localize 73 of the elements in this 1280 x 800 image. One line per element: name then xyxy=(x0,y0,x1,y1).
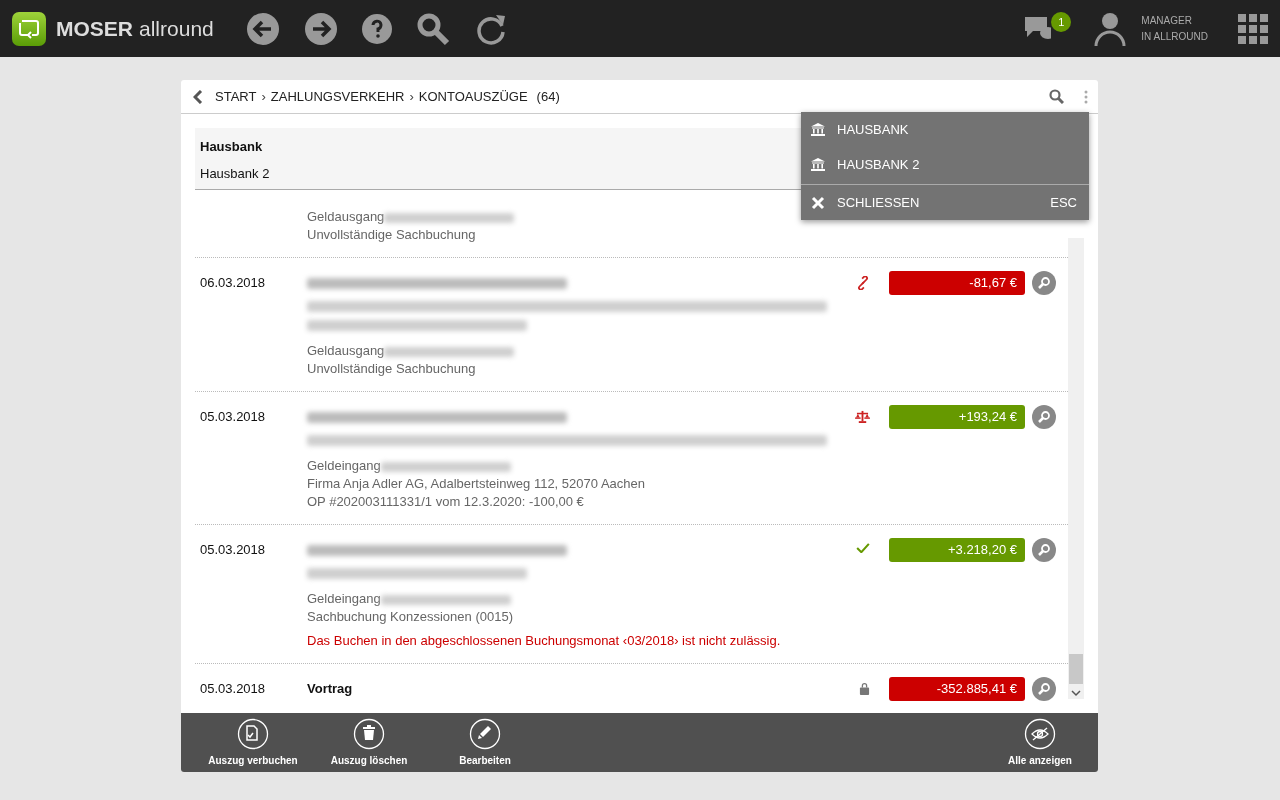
pencil-icon xyxy=(469,718,501,750)
toolbar-button[interactable]: Bearbeiten xyxy=(427,713,543,772)
note-text: Firma Anja Adler AG, Adalbertsteinweg 112, 52070 Aachen xyxy=(307,475,646,493)
entry-date: 05.03.2018 xyxy=(199,680,267,698)
group-subtitle: Hausbank 2 xyxy=(200,165,271,183)
menu-item[interactable]: HAUSBANK xyxy=(801,112,1089,147)
search-icon xyxy=(1037,543,1051,557)
search-icon[interactable] xyxy=(415,11,450,46)
group-title: Hausbank xyxy=(200,138,264,156)
user-icon[interactable] xyxy=(1093,10,1128,47)
menu-item[interactable]: HAUSBANK 2 xyxy=(801,147,1089,182)
menu-item[interactable]: SCHLIESSEN ESC xyxy=(801,185,1089,220)
details-button[interactable] xyxy=(1032,538,1056,562)
entry-date: 06.03.2018 xyxy=(199,274,267,292)
back-icon[interactable] xyxy=(245,11,280,46)
trash-icon xyxy=(353,718,385,750)
link-icon xyxy=(856,276,870,290)
help-icon[interactable] xyxy=(361,13,392,44)
check-icon xyxy=(856,543,870,553)
entry-title: Vortrag xyxy=(307,680,354,698)
bank-icon xyxy=(811,123,825,136)
notification-badge: 1 xyxy=(1051,11,1072,32)
note-text: Unvollständige Sachbuchung xyxy=(307,226,477,244)
menu-label: HAUSBANK xyxy=(837,122,909,137)
menu-label: SCHLIESSEN xyxy=(837,195,920,210)
scale-icon xyxy=(855,410,870,423)
note-text: Sachbuchung Konzessionen (0015) xyxy=(307,608,514,626)
user-role: IN ALLROUND xyxy=(1141,29,1208,44)
details-button[interactable] xyxy=(1032,271,1056,295)
app-name: MOSER allround xyxy=(56,16,214,41)
app-logo[interactable] xyxy=(12,11,46,46)
toolbar-button[interactable]: Auszug löschen xyxy=(311,713,427,772)
scrollbar-thumb[interactable] xyxy=(1069,654,1083,684)
amount-badge: +193,24 € xyxy=(889,405,1025,429)
user-role: MANAGER xyxy=(1141,13,1193,28)
note-text: OP #202003111331/1 vom 12.3.2020: -100,00 € xyxy=(307,493,585,511)
lock-icon xyxy=(859,682,870,695)
details-button[interactable] xyxy=(1032,677,1056,701)
amount-badge: -352.885,41 € xyxy=(889,677,1025,701)
breadcrumb-item[interactable]: KONTOAUSZÜGE xyxy=(418,89,528,104)
account-text: Geldeingang xyxy=(307,458,381,473)
book-icon xyxy=(237,718,269,750)
note-text: Unvollständige Sachbuchung xyxy=(307,360,477,378)
breadcrumb-item[interactable]: ZAHLUNGSVERKEHR xyxy=(270,89,405,104)
apps-grid-icon[interactable] xyxy=(1238,13,1268,44)
account-text: Geldeingang xyxy=(307,591,381,606)
breadcrumb-item[interactable]: START xyxy=(215,89,257,104)
menu-label: HAUSBANK 2 xyxy=(837,157,920,172)
back-chevron-icon[interactable] xyxy=(193,89,203,104)
entry-date: 05.03.2018 xyxy=(199,408,267,426)
amount-badge: +3.218,20 € xyxy=(889,538,1025,562)
amount-badge: -81,67 € xyxy=(889,271,1025,295)
breadcrumb-separator: › xyxy=(409,89,414,104)
entry-date: 05.03.2018 xyxy=(199,541,267,559)
forward-icon[interactable] xyxy=(303,11,338,46)
scrollbar[interactable] xyxy=(1068,238,1084,699)
details-button[interactable] xyxy=(1032,405,1056,429)
breadcrumb-separator: › xyxy=(261,89,266,104)
toolbar-button[interactable]: Alle anzeigen xyxy=(982,713,1098,772)
search-icon[interactable] xyxy=(1049,89,1064,104)
search-icon xyxy=(1037,682,1051,696)
shortcut-hint: ESC xyxy=(1050,195,1077,210)
scroll-down-icon[interactable] xyxy=(1071,690,1081,697)
item-count: (64) xyxy=(536,89,560,104)
account-text: Geldausgang xyxy=(307,343,385,358)
error-message: Das Buchen in den abgeschlossenen Buchungsmonat ‹03/2018› ist nicht zulässig. xyxy=(307,632,782,650)
account-text: Geldausgang xyxy=(307,209,385,224)
search-icon xyxy=(1037,410,1051,424)
search-icon xyxy=(1037,276,1051,290)
close-icon xyxy=(811,195,825,210)
bank-icon xyxy=(811,158,825,171)
toolbar-button[interactable]: Auszug verbuchen xyxy=(195,713,311,772)
eye-off-icon xyxy=(1024,718,1056,750)
